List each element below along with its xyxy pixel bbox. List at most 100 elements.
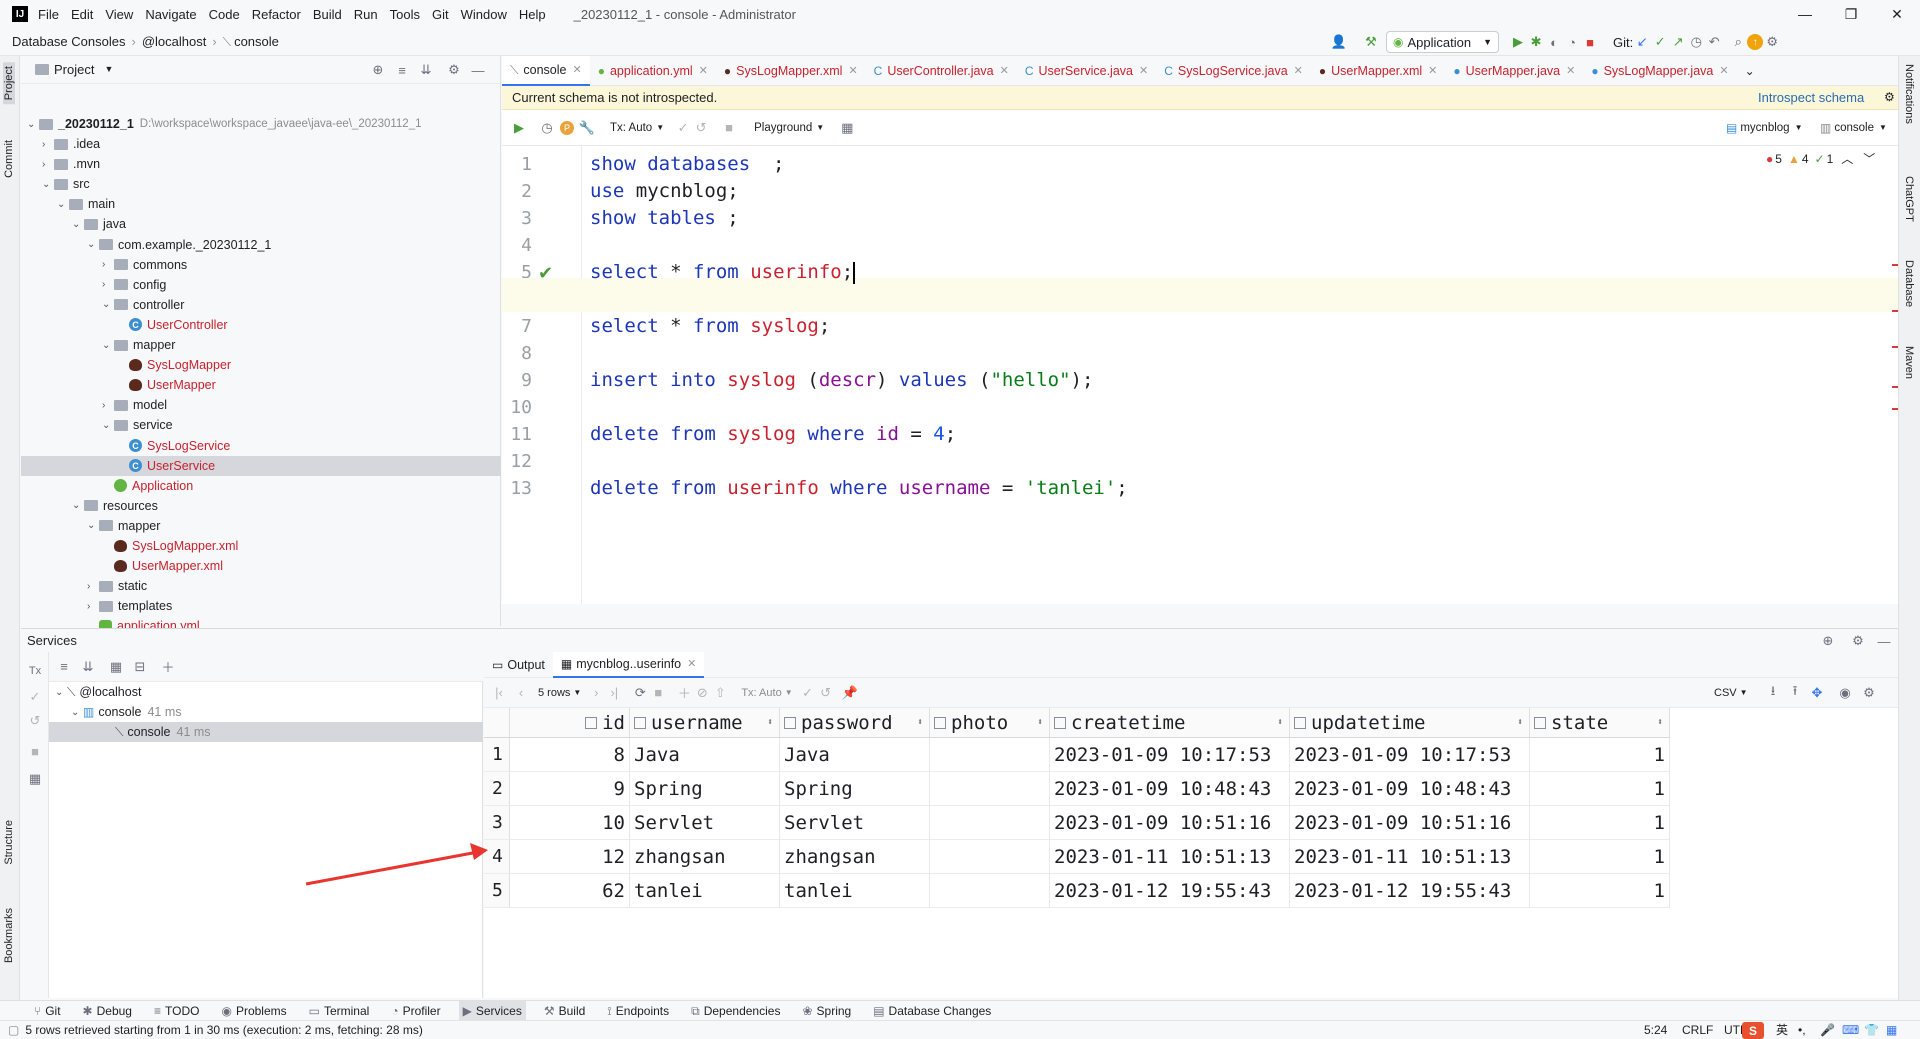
menu-code[interactable]: Code xyxy=(209,7,240,22)
tree-item-usermapper[interactable]: UserMapper xyxy=(117,375,216,395)
revert-icon[interactable]: ⊘ xyxy=(693,684,711,702)
tab-usermapper-java[interactable]: ● UserMapper.java ✕ xyxy=(1445,56,1583,86)
error-stripe-mark[interactable] xyxy=(1892,346,1898,348)
sort-icon[interactable]: ⬍ xyxy=(1037,717,1043,728)
submit-icon[interactable]: ⇧ xyxy=(711,684,729,702)
tab-syslogservice-java[interactable]: C SysLogService.java ✕ xyxy=(1156,56,1311,86)
menu-refactor[interactable]: Refactor xyxy=(252,7,301,22)
keyboard-icon[interactable]: ⌨ xyxy=(1842,1024,1859,1036)
chevron-right-icon[interactable]: › xyxy=(42,159,54,170)
run-config-select[interactable]: ◉ Application ▼ xyxy=(1386,31,1500,53)
tool-database-changes[interactable]: ▤ Database Changes xyxy=(869,1001,995,1021)
skin-icon[interactable]: 👕 xyxy=(1864,1024,1879,1036)
tree-root[interactable]: ⌄ _20230112_1 D:\workspace\workspace_jav… xyxy=(27,114,422,134)
sort-icon[interactable]: ⬍ xyxy=(1657,717,1663,728)
layout-icon[interactable]: ✥ xyxy=(1808,684,1826,702)
export-format-select[interactable]: CSV ▼ xyxy=(1714,687,1748,699)
grid-cell-updatetime[interactable]: 2023-01-11 10:51:13 xyxy=(1290,840,1530,874)
chevron-right-icon[interactable]: › xyxy=(87,581,99,592)
column-header-updatetime[interactable]: updatetime ⬍ xyxy=(1290,708,1530,738)
collapse-all-icon[interactable]: ⇊ xyxy=(417,61,435,79)
tab-userservice-java[interactable]: C UserService.java ✕ xyxy=(1017,56,1156,86)
structure-tool-button[interactable]: Structure xyxy=(3,820,15,865)
sort-icon[interactable]: ⬍ xyxy=(1517,717,1523,728)
chevron-down-icon[interactable]: ⌄ xyxy=(72,500,84,511)
git-update-icon[interactable]: ↙ xyxy=(1633,33,1651,51)
status-info-icon[interactable]: ▢ xyxy=(8,1024,19,1036)
stop-icon[interactable]: ■ xyxy=(1581,33,1599,51)
grid-cell-photo[interactable] xyxy=(930,840,1050,874)
last-page-icon[interactable]: ›| xyxy=(605,684,623,702)
tx-mode-select[interactable]: Tx: Auto xyxy=(741,687,781,699)
grid-cell-updatetime[interactable]: 2023-01-09 10:17:53 xyxy=(1290,738,1530,772)
grid-cell-username[interactable]: zhangsan xyxy=(630,840,780,874)
grid-cell-updatetime[interactable]: 2023-01-09 10:51:16 xyxy=(1290,806,1530,840)
profile-icon[interactable]: P xyxy=(560,120,574,135)
breadcrumb-database-consoles[interactable]: Database Consoles xyxy=(12,34,125,49)
grid-cell-state[interactable]: 1 xyxy=(1530,738,1670,772)
chevron-right-icon[interactable]: › xyxy=(102,259,114,270)
chevron-down-icon[interactable]: ⌄ xyxy=(102,420,114,431)
tool-build[interactable]: ⚒ Build xyxy=(540,1001,589,1021)
upload-icon[interactable]: ⭱ xyxy=(1786,683,1804,702)
grid-cell-createtime[interactable]: 2023-01-12 19:55:43 xyxy=(1050,874,1290,908)
close-icon[interactable]: ✕ xyxy=(1139,64,1148,77)
column-header-username[interactable]: username ⬍ xyxy=(630,708,780,738)
view-icon[interactable]: ◉ xyxy=(1836,684,1854,702)
close-icon[interactable]: ✕ xyxy=(1294,64,1303,77)
chevron-down-icon[interactable]: ⌄ xyxy=(55,687,67,698)
service-node-localhost[interactable]: ⌄ ⟍ @localhost xyxy=(55,682,141,702)
minimize-button[interactable]: — xyxy=(1782,0,1828,28)
grid-cell-username[interactable]: Spring xyxy=(630,772,780,806)
chevron-down-icon[interactable]: ⌄ xyxy=(71,707,83,718)
tool-terminal[interactable]: ▭ Terminal xyxy=(305,1001,374,1021)
grid-cell-id[interactable]: 12 xyxy=(510,840,630,874)
tool-services[interactable]: ▶ Services xyxy=(458,1000,526,1021)
tab-application-yml[interactable]: ● application.yml ✕ xyxy=(590,56,716,86)
grid-cell-state[interactable]: 1 xyxy=(1530,772,1670,806)
chevron-down-icon[interactable]: ⌄ xyxy=(27,119,39,130)
add-row-icon[interactable]: ＋ xyxy=(675,684,693,702)
sql-editor[interactable]: 12345✔678910111213 ● 5 ▲ 4 ✓ 1 ︿ ﹀ show … xyxy=(502,146,1898,604)
stop-icon[interactable]: ■ xyxy=(26,742,44,760)
grid-cell-createtime[interactable]: 2023-01-09 10:17:53 xyxy=(1050,738,1290,772)
tab-syslogmapper-java[interactable]: ● SysLogMapper.java ✕ xyxy=(1583,56,1736,86)
service-node-console-selected[interactable]: ⟍ console 41 ms xyxy=(49,722,483,742)
tree-item--idea[interactable]: › .idea xyxy=(42,134,100,154)
filter-icon[interactable]: ⊟ xyxy=(131,658,149,676)
ime-punct-icon[interactable]: •, xyxy=(1798,1024,1806,1036)
commit-tool-button[interactable]: Commit xyxy=(3,140,15,178)
history-icon[interactable]: ◷ xyxy=(1687,33,1705,51)
menu-window[interactable]: Window xyxy=(461,7,507,22)
tree-item-resources[interactable]: ⌄ resources xyxy=(72,496,158,516)
tree-item-model[interactable]: › model xyxy=(102,395,167,415)
close-icon[interactable]: ✕ xyxy=(573,63,582,76)
commit-icon[interactable]: ✓ xyxy=(799,684,817,702)
chevron-right-icon[interactable]: › xyxy=(102,279,114,290)
chevron-down-icon[interactable]: ⌄ xyxy=(102,299,114,310)
grid-cell-id[interactable]: 10 xyxy=(510,806,630,840)
caret-position[interactable]: 5:24 xyxy=(1644,1023,1667,1037)
profile-icon[interactable]: ◔ xyxy=(1563,33,1581,51)
chatgpt-tool-button[interactable]: ChatGPT xyxy=(1903,176,1915,222)
git-push-icon[interactable]: ↗ xyxy=(1669,33,1687,51)
tool-dependencies[interactable]: ⧉ Dependencies xyxy=(687,1001,784,1021)
grid-cell-photo[interactable] xyxy=(930,772,1050,806)
collapse-all-icon[interactable]: ⇊ xyxy=(79,658,97,676)
chevron-down-icon[interactable]: ⌄ xyxy=(87,520,99,531)
chevron-right-icon[interactable]: › xyxy=(87,601,99,612)
chevron-right-icon[interactable]: › xyxy=(42,139,54,150)
tree-item-syslogmapper-xml[interactable]: SysLogMapper.xml xyxy=(102,536,238,556)
tool-todo[interactable]: ≡ TODO xyxy=(150,1001,203,1021)
next-page-icon[interactable]: › xyxy=(587,684,605,702)
grid-cell-photo[interactable] xyxy=(930,874,1050,908)
expand-all-icon[interactable]: ≡ xyxy=(393,61,411,79)
column-header-createtime[interactable]: createtime ⬍ xyxy=(1050,708,1290,738)
debug-icon[interactable]: ✱ xyxy=(1527,33,1545,51)
chevron-up-icon[interactable]: ︿ xyxy=(1841,153,1853,165)
stop-icon[interactable]: ■ xyxy=(720,119,738,137)
ime-lang-icon[interactable]: 英 xyxy=(1776,1024,1788,1036)
stop-icon[interactable]: ■ xyxy=(649,684,667,702)
grid-cell-username[interactable]: Servlet xyxy=(630,806,780,840)
tree-item-com-example-20230112-1[interactable]: ⌄ com.example._20230112_1 xyxy=(87,235,271,255)
